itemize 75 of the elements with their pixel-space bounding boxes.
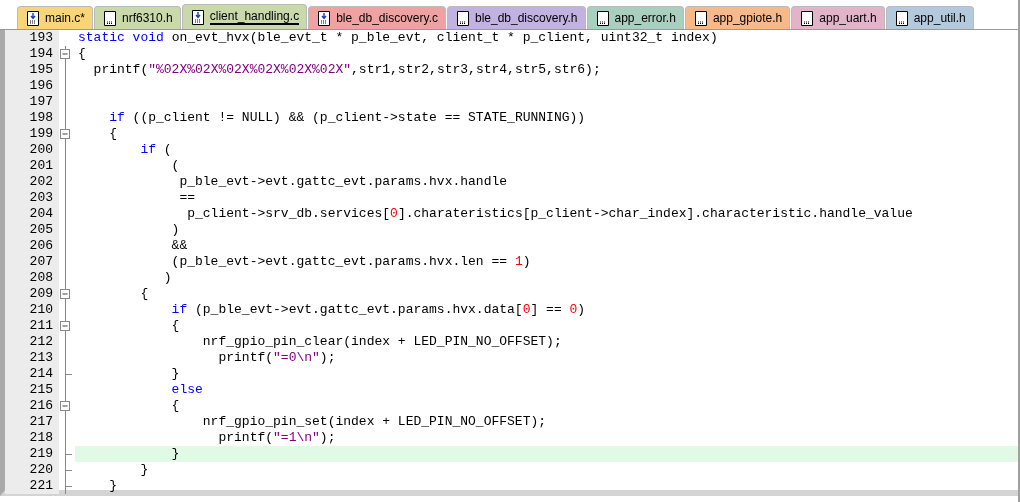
- code-line: if ((p_client != NULL) && (p_client->state == STATE_RUNNING)): [108, 110, 587, 126]
- collapse-icon[interactable]: [60, 49, 70, 59]
- code-line: &&: [170, 238, 189, 254]
- line-number: 207: [5, 254, 59, 270]
- code-line: ==: [178, 190, 197, 206]
- document-icon: [596, 10, 609, 26]
- line-number: 211: [5, 318, 59, 334]
- line-number: 206: [5, 238, 59, 254]
- code-line: static void on_evt_hvx(ble_evt_t * p_ble_evt, client_t * p_client, uint32_t index): [77, 30, 719, 46]
- file-tab[interactable]: app_gpiote.h: [684, 6, 791, 29]
- code-line: (p_ble_evt->evt.gattc_evt.params.hvx.len == 1): [170, 254, 532, 270]
- line-number: 213: [5, 350, 59, 366]
- code-line: {: [108, 126, 118, 142]
- file-tab[interactable]: main.c*: [17, 6, 93, 29]
- code-line: p_client->srv_db.services[0].charateristics[p_client->char_index].characteristic.handle_value: [186, 206, 914, 222]
- collapse-icon[interactable]: [60, 289, 70, 299]
- line-number: 217: [5, 414, 59, 430]
- line-number: 220: [5, 462, 59, 478]
- file-tab[interactable]: app_util.h: [885, 6, 974, 29]
- line-number: 194: [5, 46, 59, 62]
- code-line: ): [162, 270, 173, 286]
- line-number: 210: [5, 302, 59, 318]
- file-tab[interactable]: app_error.h: [586, 6, 684, 29]
- line-number: 212: [5, 334, 59, 350]
- line-number: 195: [5, 62, 59, 78]
- code-line: (: [170, 158, 181, 174]
- line-number: 221: [5, 478, 59, 494]
- line-number: 215: [5, 382, 59, 398]
- code-line: printf("=0\n");: [217, 350, 337, 366]
- line-number: 208: [5, 270, 59, 286]
- collapse-icon[interactable]: [60, 401, 70, 411]
- line-number: 203: [5, 190, 59, 206]
- document-icon: [801, 10, 814, 26]
- code-line: {: [170, 398, 181, 414]
- code-line: }: [170, 366, 181, 382]
- line-number: 198: [5, 110, 59, 126]
- code-line: printf("=1\n");: [217, 430, 337, 446]
- line-number: 202: [5, 174, 59, 190]
- line-number: 204: [5, 206, 59, 222]
- collapse-icon[interactable]: [60, 129, 70, 139]
- line-number: 201: [5, 158, 59, 174]
- line-number: 196: [5, 78, 59, 94]
- file-tab[interactable]: app_uart.h: [791, 6, 885, 29]
- line-number: 193: [5, 30, 59, 46]
- line-number: 219: [5, 446, 59, 462]
- code-line: nrf_gpio_pin_clear(index + LED_PIN_NO_OFFSET);: [201, 334, 563, 350]
- code-line: ): [170, 222, 181, 238]
- file-tab[interactable]: nrf6310.h: [94, 6, 181, 29]
- document-icon: [457, 10, 469, 26]
- code-line: {: [139, 286, 150, 302]
- code-line: if (p_ble_evt->evt.gattc_evt.params.hvx.data[0] == 0): [170, 302, 587, 318]
- file-tab[interactable]: ble_db_discovery.h: [447, 6, 586, 29]
- line-number: 205: [5, 222, 59, 238]
- code-line: nrf_gpio_pin_set(index + LED_PIN_NO_OFFSET);: [201, 414, 548, 430]
- line-number: 218: [5, 430, 59, 446]
- code-line: }: [139, 462, 150, 478]
- line-number: 199: [5, 126, 59, 142]
- line-number: 200: [5, 142, 59, 158]
- code-line: printf("%02X%02X%02X%02X%02X%02X",str1,str2,str3,str4,str5,str6);: [92, 62, 602, 78]
- document-icon: [895, 10, 908, 26]
- collapse-icon[interactable]: [60, 321, 70, 331]
- code-line: if (: [139, 142, 173, 158]
- line-number: 197: [5, 94, 59, 110]
- line-number: 209: [5, 286, 59, 302]
- code-line: else: [170, 382, 204, 398]
- document-icon: [694, 10, 707, 26]
- line-number: 216: [5, 398, 59, 414]
- code-line: {: [170, 318, 181, 334]
- code-line: p_ble_evt->evt.gattc_evt.params.hvx.handle: [178, 174, 509, 190]
- file-tab[interactable]: client_handling.c: [181, 4, 308, 29]
- document-icon: [104, 10, 116, 26]
- file-tab[interactable]: ble_db_discovery.c: [308, 6, 446, 29]
- line-number: 214: [5, 366, 59, 382]
- code-line: }: [108, 478, 118, 494]
- code-line: {: [77, 46, 87, 62]
